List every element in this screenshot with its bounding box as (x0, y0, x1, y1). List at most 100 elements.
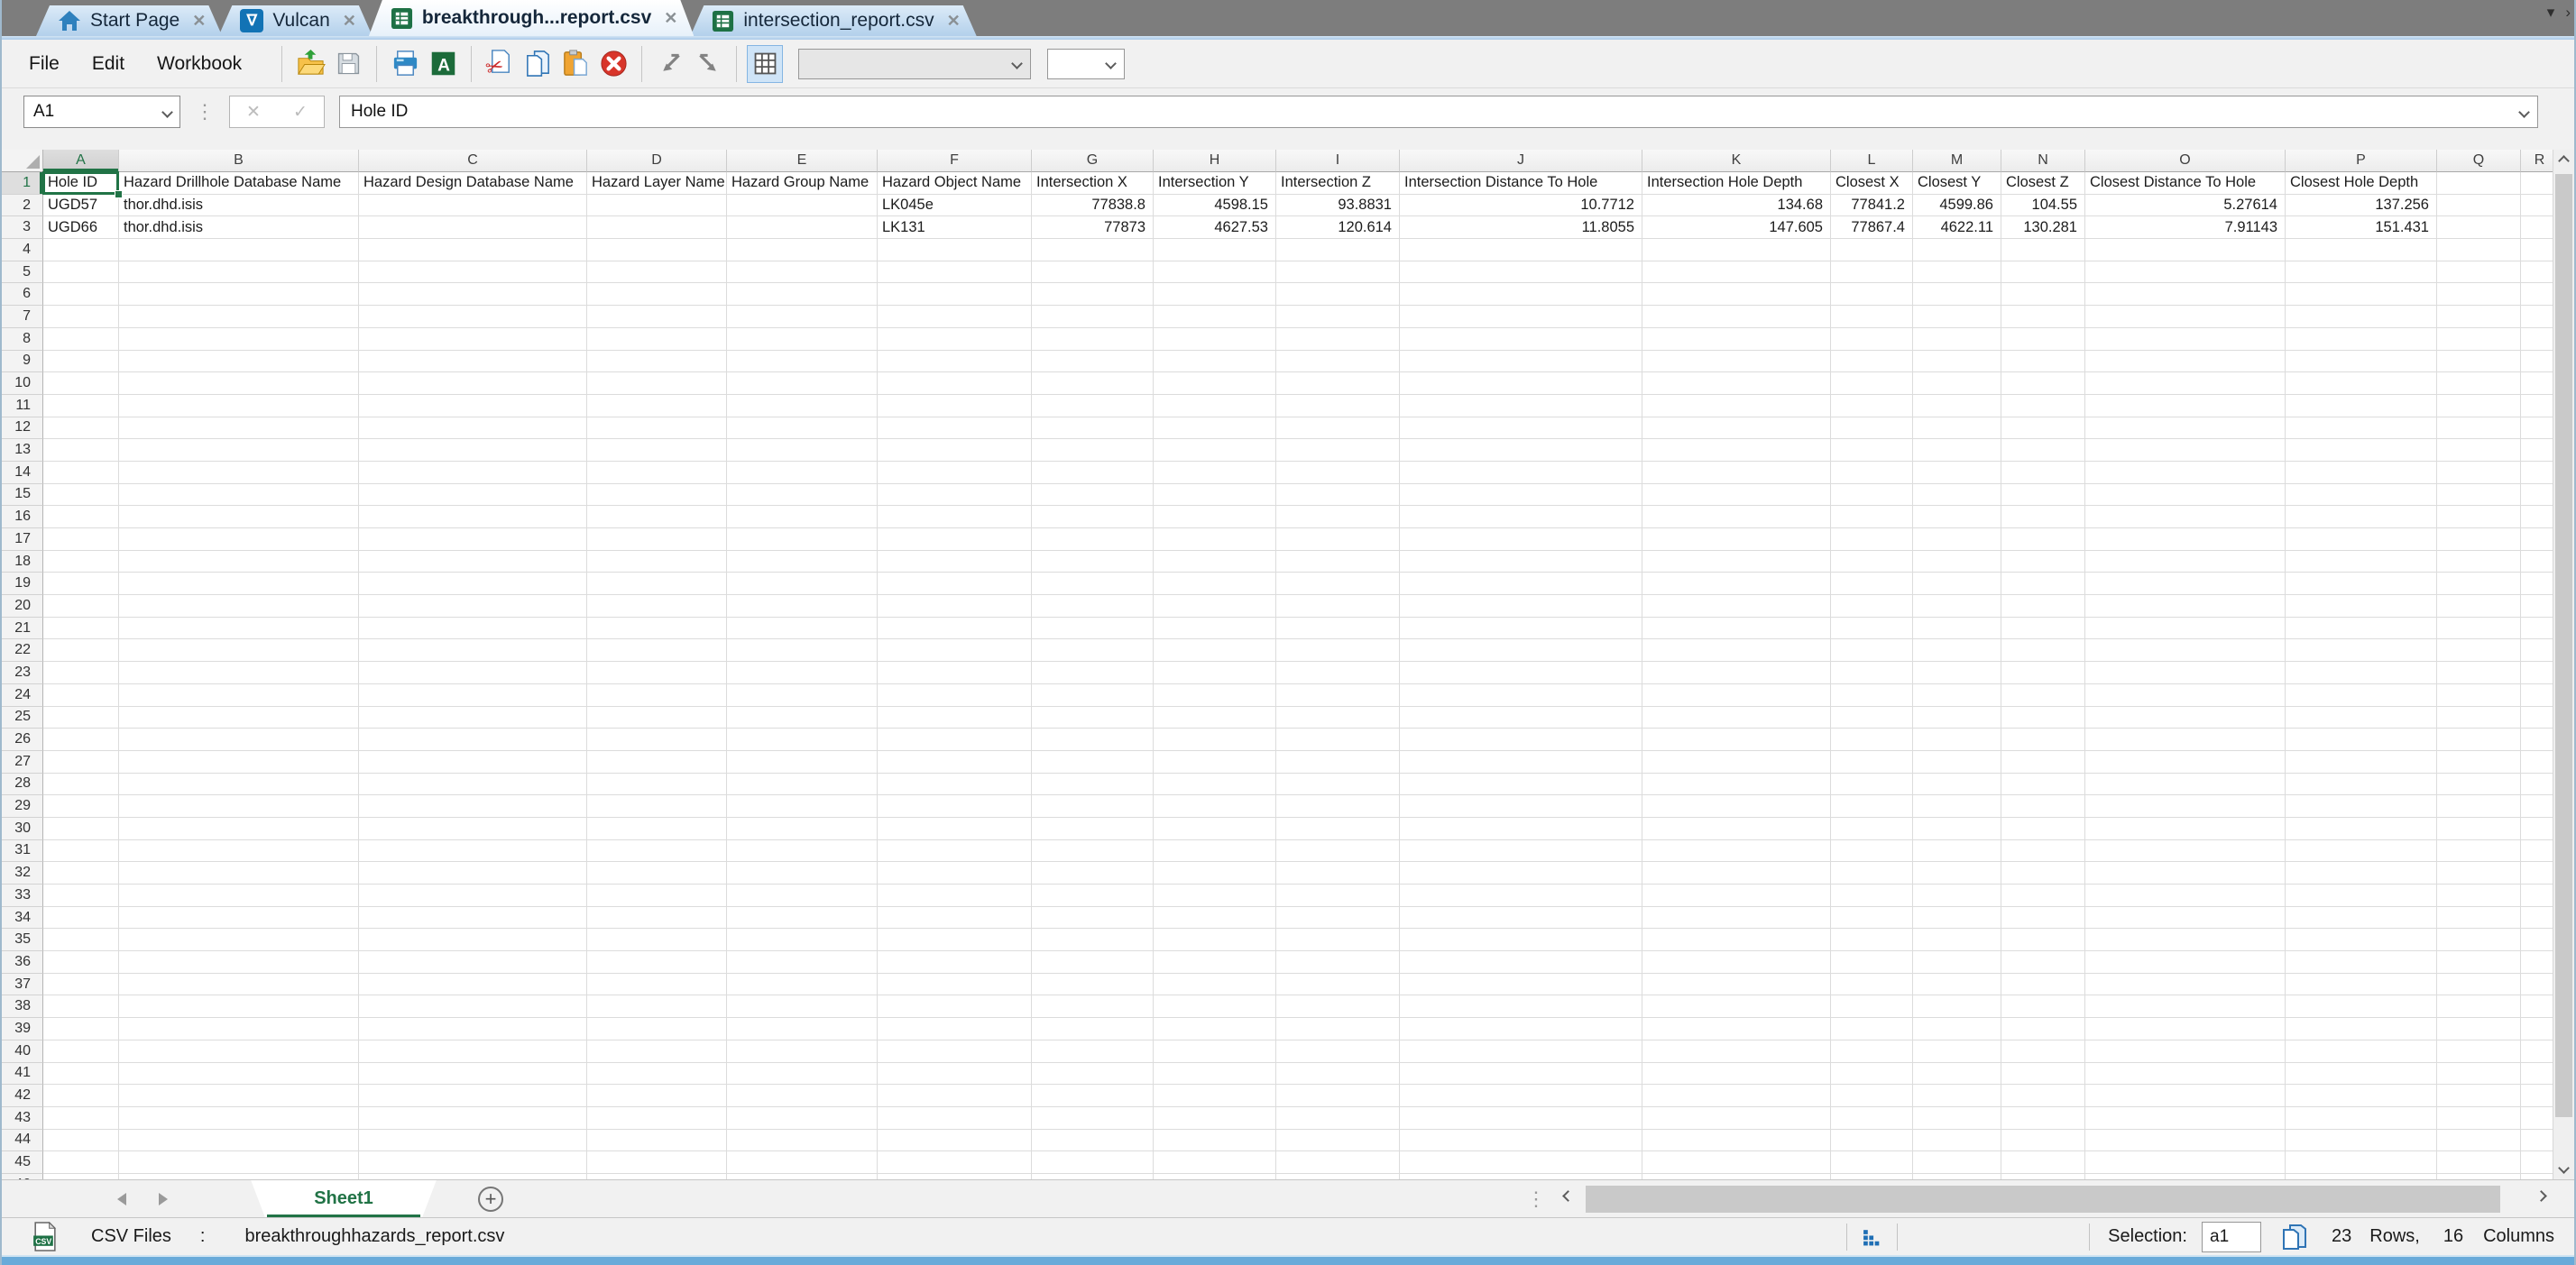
cell-L12[interactable] (1831, 417, 1913, 440)
cell-I16[interactable] (1276, 506, 1400, 528)
cell-D11[interactable] (587, 395, 727, 417)
cell-Q45[interactable] (2437, 1151, 2521, 1174)
cell-L37[interactable] (1831, 974, 1913, 996)
cell-F40[interactable] (878, 1040, 1032, 1063)
cell-M27[interactable] (1913, 751, 2001, 774)
cell-D39[interactable] (587, 1018, 727, 1040)
cell-N32[interactable] (2001, 862, 2085, 885)
cell-A35[interactable] (43, 929, 119, 951)
cell-Q38[interactable] (2437, 995, 2521, 1018)
cell-D8[interactable] (587, 328, 727, 351)
cell-C18[interactable] (359, 551, 587, 573)
cell-A3[interactable]: UGD66 (43, 216, 119, 239)
cell-E8[interactable] (727, 328, 878, 351)
cell-Q37[interactable] (2437, 974, 2521, 996)
cell-D6[interactable] (587, 283, 727, 306)
cell-I12[interactable] (1276, 417, 1400, 440)
cell-M4[interactable] (1913, 239, 2001, 261)
row-header-31[interactable]: 31 (2, 840, 43, 863)
cell-G27[interactable] (1032, 751, 1154, 774)
cell-Q3[interactable] (2437, 216, 2521, 239)
cell-G40[interactable] (1032, 1040, 1154, 1063)
row-header-14[interactable]: 14 (2, 462, 43, 484)
cell-P9[interactable] (2286, 351, 2437, 373)
cell-H14[interactable] (1154, 462, 1276, 484)
cell-D45[interactable] (587, 1151, 727, 1174)
cell-Q31[interactable] (2437, 840, 2521, 863)
cell-E40[interactable] (727, 1040, 878, 1063)
cell-D13[interactable] (587, 439, 727, 462)
cell-N42[interactable] (2001, 1085, 2085, 1107)
cell-N20[interactable] (2001, 595, 2085, 618)
cell-K1[interactable]: Intersection Hole Depth (1642, 172, 1831, 195)
cell-Q30[interactable] (2437, 818, 2521, 840)
cell-P1[interactable]: Closest Hole Depth (2286, 172, 2437, 195)
cell-F8[interactable] (878, 328, 1032, 351)
cell-G19[interactable] (1032, 573, 1154, 595)
cell-C30[interactable] (359, 818, 587, 840)
cell-D18[interactable] (587, 551, 727, 573)
cell-O42[interactable] (2085, 1085, 2286, 1107)
cell-Q7[interactable] (2437, 306, 2521, 328)
cell-N44[interactable] (2001, 1130, 2085, 1152)
cell-G23[interactable] (1032, 662, 1154, 684)
cell-J6[interactable] (1400, 283, 1642, 306)
cell-A41[interactable] (43, 1063, 119, 1086)
row-header-27[interactable]: 27 (2, 751, 43, 774)
cell-I30[interactable] (1276, 818, 1400, 840)
cell-C11[interactable] (359, 395, 587, 417)
cell-E14[interactable] (727, 462, 878, 484)
cell-H20[interactable] (1154, 595, 1276, 618)
cell-D19[interactable] (587, 573, 727, 595)
cell-B24[interactable] (119, 684, 359, 707)
cell-P37[interactable] (2286, 974, 2437, 996)
cell-A24[interactable] (43, 684, 119, 707)
cell-E2[interactable] (727, 195, 878, 217)
cell-H5[interactable] (1154, 261, 1276, 284)
undo-button[interactable] (653, 46, 687, 82)
cell-M38[interactable] (1913, 995, 2001, 1018)
cell-G43[interactable] (1032, 1107, 1154, 1130)
cell-G21[interactable] (1032, 618, 1154, 640)
cell-D12[interactable] (587, 417, 727, 440)
cell-P10[interactable] (2286, 372, 2437, 395)
cell-G42[interactable] (1032, 1085, 1154, 1107)
cell-E4[interactable] (727, 239, 878, 261)
cell-Q20[interactable] (2437, 595, 2521, 618)
cell-H21[interactable] (1154, 618, 1276, 640)
cell-P32[interactable] (2286, 862, 2437, 885)
cell-L7[interactable] (1831, 306, 1913, 328)
cell-Q9[interactable] (2437, 351, 2521, 373)
cell-E29[interactable] (727, 795, 878, 818)
cell-Q29[interactable] (2437, 795, 2521, 818)
cell-H9[interactable] (1154, 351, 1276, 373)
cell-C9[interactable] (359, 351, 587, 373)
cell-A20[interactable] (43, 595, 119, 618)
cell-G38[interactable] (1032, 995, 1154, 1018)
cell-F25[interactable] (878, 707, 1032, 729)
cell-F21[interactable] (878, 618, 1032, 640)
row-header-6[interactable]: 6 (2, 283, 43, 306)
row-header-18[interactable]: 18 (2, 551, 43, 573)
cell-Q21[interactable] (2437, 618, 2521, 640)
cell-M9[interactable] (1913, 351, 2001, 373)
cell-J18[interactable] (1400, 551, 1642, 573)
cell-C2[interactable] (359, 195, 587, 217)
cell-F28[interactable] (878, 774, 1032, 796)
cell-C38[interactable] (359, 995, 587, 1018)
cell-N27[interactable] (2001, 751, 2085, 774)
cell-G14[interactable] (1032, 462, 1154, 484)
cell-K4[interactable] (1642, 239, 1831, 261)
cell-B4[interactable] (119, 239, 359, 261)
tab-breakthrough-report-csv[interactable]: breakthrough...report.csv✕ (369, 0, 694, 36)
cell-K14[interactable] (1642, 462, 1831, 484)
cell-N37[interactable] (2001, 974, 2085, 996)
cell-L28[interactable] (1831, 774, 1913, 796)
cell-Q40[interactable] (2437, 1040, 2521, 1063)
cell-M5[interactable] (1913, 261, 2001, 284)
cell-D41[interactable] (587, 1063, 727, 1086)
cell-B39[interactable] (119, 1018, 359, 1040)
cell-J1[interactable]: Intersection Distance To Hole (1400, 172, 1642, 195)
cell-H7[interactable] (1154, 306, 1276, 328)
cell-M21[interactable] (1913, 618, 2001, 640)
